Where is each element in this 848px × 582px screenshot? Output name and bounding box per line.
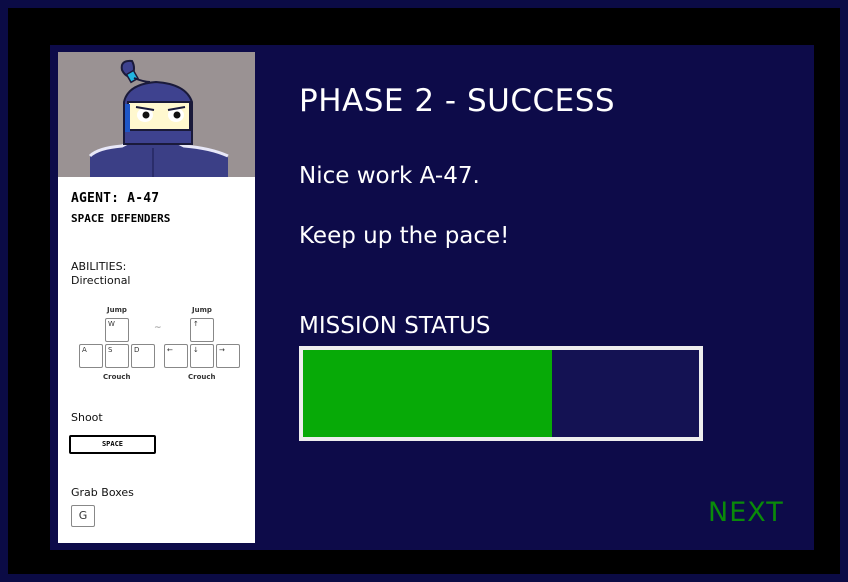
space-key: SPACE bbox=[69, 435, 156, 454]
arrows-crouch-label: Crouch bbox=[188, 373, 216, 381]
wasd-jump-label: Jump bbox=[107, 306, 127, 314]
key-w: W bbox=[105, 318, 129, 342]
abilities-title: ABILITIES: bbox=[71, 260, 127, 273]
mission-panel: AGENT: A-47 SPACE DEFENDERS ABILITIES: D… bbox=[50, 45, 814, 550]
grab-label: Grab Boxes bbox=[71, 486, 134, 499]
screen-frame: AGENT: A-47 SPACE DEFENDERS ABILITIES: D… bbox=[8, 8, 840, 574]
mission-progress-fill bbox=[303, 350, 553, 437]
key-s: S bbox=[105, 344, 129, 368]
key-arrow-right: → bbox=[216, 344, 240, 368]
key-arrow-left: ← bbox=[164, 344, 188, 368]
controls-separator: ~ bbox=[154, 323, 162, 333]
agent-name: AGENT: A-47 bbox=[71, 191, 160, 206]
ninja-avatar-icon bbox=[88, 59, 229, 177]
g-key: G bbox=[71, 505, 95, 527]
wasd-crouch-label: Crouch bbox=[103, 373, 131, 381]
agent-card: AGENT: A-47 SPACE DEFENDERS ABILITIES: D… bbox=[58, 52, 255, 543]
key-arrow-up: ↑ bbox=[190, 318, 214, 342]
message-secondary: Keep up the pace! bbox=[299, 223, 510, 249]
key-arrow-down: ↓ bbox=[190, 344, 214, 368]
abilities-subtitle: Directional bbox=[71, 274, 131, 287]
arrows-jump-label: Jump bbox=[192, 306, 212, 314]
message-primary: Nice work A-47. bbox=[299, 163, 480, 189]
key-d: D bbox=[131, 344, 155, 368]
shoot-label: Shoot bbox=[71, 411, 103, 424]
next-button[interactable]: NEXT bbox=[708, 497, 784, 528]
agent-portrait bbox=[58, 52, 255, 177]
phase-title: PHASE 2 - SUCCESS bbox=[299, 83, 616, 119]
key-a: A bbox=[79, 344, 103, 368]
mission-progress-bar bbox=[299, 346, 703, 441]
mission-status-label: MISSION STATUS bbox=[299, 313, 491, 339]
agent-team: SPACE DEFENDERS bbox=[71, 212, 171, 225]
